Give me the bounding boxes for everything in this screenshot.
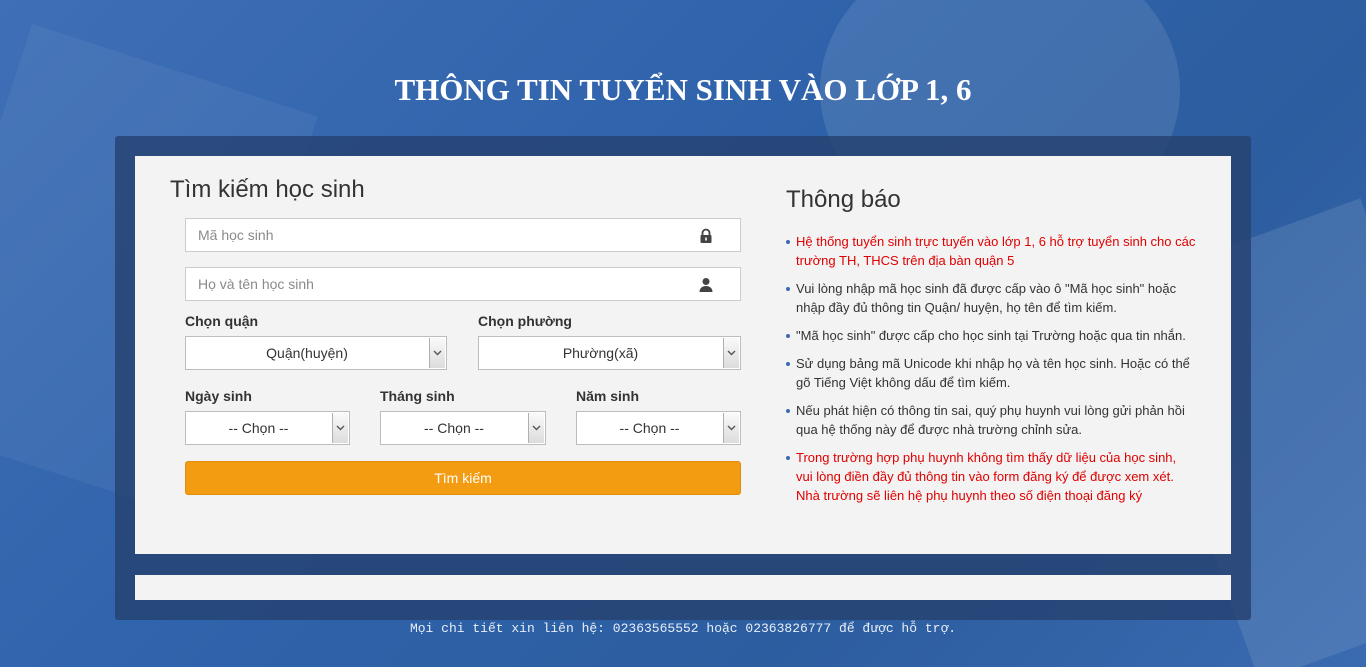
bullet-icon <box>786 409 790 413</box>
student-id-input[interactable] <box>186 219 710 251</box>
lock-icon <box>698 228 714 244</box>
birth-month-value: -- Chọn -- <box>424 420 484 436</box>
search-heading: Tìm kiếm học sinh <box>170 176 365 203</box>
student-name-field <box>185 267 741 301</box>
ward-value: Phường(xã) <box>562 345 639 361</box>
chevron-down-icon <box>332 413 348 443</box>
student-id-field <box>185 218 741 252</box>
search-button[interactable]: Tìm kiếm <box>185 461 741 495</box>
birth-year-value: -- Chọn -- <box>619 420 680 436</box>
notice-item: Trong trường hợp phụ huynh không tìm thấ… <box>786 448 1196 505</box>
notice-item: Vui lòng nhập mã học sinh đã được cấp và… <box>786 279 1196 317</box>
ward-label: Chọn phường <box>478 313 572 329</box>
bullet-icon <box>786 287 790 291</box>
notice-item: "Mã học sinh" được cấp cho học sinh tại … <box>786 326 1196 345</box>
notice-item: Sử dụng bảng mã Unicode khi nhập họ và t… <box>786 354 1196 392</box>
bullet-icon <box>786 362 790 366</box>
bullet-icon <box>786 240 790 244</box>
notice-list: Hệ thống tuyển sinh trực tuyến vào lớp 1… <box>786 232 1196 514</box>
user-icon <box>698 277 714 293</box>
chevron-down-icon <box>528 413 544 443</box>
birth-day-label: Ngày sinh <box>185 388 252 404</box>
notice-item: Nếu phát hiện có thông tin sai, quý phụ … <box>786 401 1196 439</box>
birth-month-select[interactable]: -- Chọn -- <box>380 411 546 445</box>
district-value: Quận(huyện) <box>266 345 348 361</box>
chevron-down-icon <box>723 338 739 368</box>
bottom-panel <box>135 575 1231 600</box>
student-name-input[interactable] <box>186 268 710 300</box>
notice-item: Hệ thống tuyển sinh trực tuyến vào lớp 1… <box>786 232 1196 270</box>
page-title: THÔNG TIN TUYỂN SINH VÀO LỚP 1, 6 <box>394 72 972 107</box>
bullet-icon <box>786 334 790 338</box>
birth-year-label: Năm sinh <box>576 388 640 404</box>
birth-day-value: -- Chọn -- <box>228 420 289 436</box>
birth-year-select[interactable]: -- Chọn -- <box>576 411 741 445</box>
ward-select[interactable]: Phường(xã) <box>478 336 741 370</box>
birth-day-select[interactable]: -- Chọn -- <box>185 411 350 445</box>
district-label: Chọn quận <box>185 313 259 329</box>
chevron-down-icon <box>723 413 739 443</box>
district-select[interactable]: Quận(huyện) <box>185 336 447 370</box>
footer-contact: Mọi chi tiết xin liên hệ: 02363565552 ho… <box>409 621 957 636</box>
notice-heading: Thông báo <box>786 186 901 213</box>
bullet-icon <box>786 456 790 460</box>
birth-month-label: Tháng sinh <box>380 388 455 404</box>
chevron-down-icon <box>429 338 445 368</box>
